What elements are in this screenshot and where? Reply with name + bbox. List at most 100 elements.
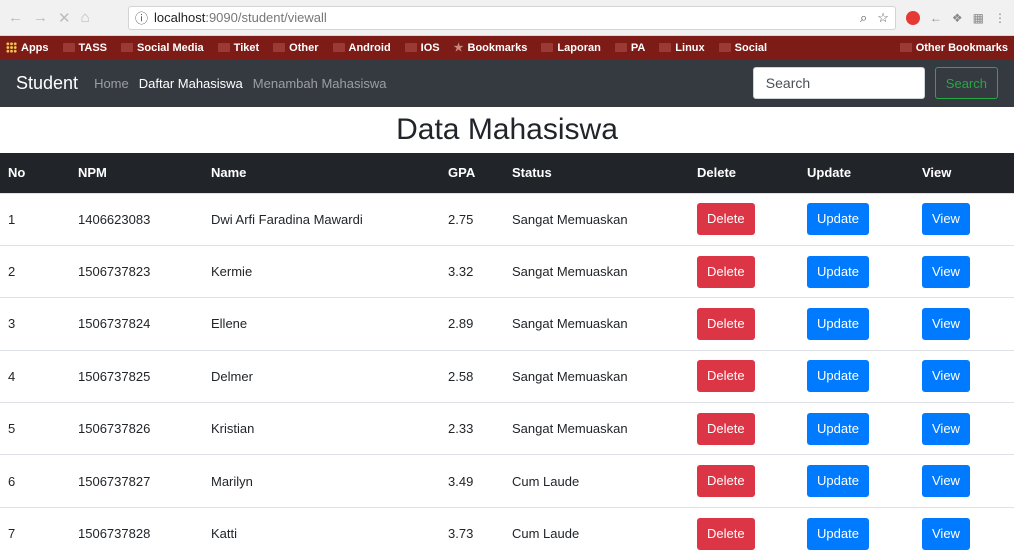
- extension-icon[interactable]: ❖: [952, 11, 963, 25]
- view-button[interactable]: View: [922, 517, 970, 550]
- cell-update: Update: [799, 244, 914, 298]
- table-row: 1 1406623083 Dwi Arfi Faradina Mawardi 2.75…: [0, 192, 1014, 246]
- search-input[interactable]: [752, 67, 925, 99]
- cell-delete: Delete: [689, 244, 799, 298]
- page-title: Data Mahasiswa: [396, 113, 618, 146]
- search-button[interactable]: Search: [934, 67, 998, 99]
- extension-icon[interactable]: ▦: [973, 11, 984, 25]
- cell-view: View: [914, 402, 1014, 455]
- delete-button[interactable]: Delete: [697, 412, 755, 445]
- extension-icon[interactable]: ←: [930, 11, 942, 25]
- cell-delete: Delete: [689, 506, 799, 556]
- update-button[interactable]: Update: [807, 517, 869, 550]
- cell-status: Sangat Memuaskan: [504, 402, 689, 455]
- home-icon[interactable]: ⌂: [81, 9, 90, 27]
- cell-view: View: [914, 349, 1014, 403]
- back-arrow-icon[interactable]: ←: [8, 9, 23, 27]
- bookmark-folder[interactable]: Social: [718, 42, 767, 54]
- info-icon[interactable]: ⓘ: [135, 8, 148, 27]
- view-button[interactable]: View: [922, 307, 970, 340]
- cell-npm: 1406623083: [70, 192, 203, 246]
- folder-icon: [718, 43, 731, 52]
- cell-update: Update: [799, 192, 914, 246]
- cell-delete: Delete: [689, 297, 799, 351]
- table-row: 4 1506737825 Delmer 2.58 Sangat Memuaskan Del…: [0, 349, 1014, 403]
- bookmark-other[interactable]: Other Bookmarks: [899, 42, 1008, 54]
- cell-no: 5: [0, 402, 70, 455]
- update-button[interactable]: Update: [807, 307, 869, 340]
- header-status: Status: [504, 153, 689, 193]
- cell-view: View: [914, 454, 1014, 508]
- nav-link-menambah-mahasiswa[interactable]: Menambah Mahasiswa: [253, 76, 387, 91]
- table-row: 5 1506737826 Kristian 2.33 Sangat Memuaskan D…: [0, 402, 1014, 455]
- bookmark-folder[interactable]: PA: [614, 42, 645, 54]
- cell-no: 4: [0, 349, 70, 403]
- student-table: No NPM Name GPA Status Delete Update Vie…: [0, 153, 1014, 556]
- folder-icon: [899, 43, 912, 52]
- bookmark-folder[interactable]: TASS: [62, 42, 107, 54]
- browser-nav-buttons: ← → ✕ ⌂: [8, 9, 128, 27]
- header-update: Update: [799, 153, 914, 193]
- cell-gpa: 3.32: [440, 244, 504, 298]
- address-bar[interactable]: ⓘ localhost :9090/student/viewall ⌕ ☆: [128, 5, 896, 30]
- cell-name: Kermie: [203, 244, 440, 298]
- bookmark-folder[interactable]: Laporan: [541, 42, 601, 54]
- delete-button[interactable]: Delete: [697, 255, 755, 288]
- apps-grid-icon: [6, 42, 17, 53]
- view-button[interactable]: View: [922, 360, 970, 393]
- header-no: No: [0, 153, 70, 193]
- table-row: 6 1506737827 Marilyn 3.49 Cum Laude Delete Upd…: [0, 454, 1014, 508]
- bookmark-item[interactable]: ★ Bookmarks: [453, 41, 528, 55]
- bookmark-folder[interactable]: Social Media: [121, 42, 204, 54]
- update-button[interactable]: Update: [807, 203, 869, 236]
- cell-status: Sangat Memuaskan: [504, 349, 689, 403]
- update-button[interactable]: Update: [807, 412, 869, 445]
- update-button[interactable]: Update: [807, 360, 869, 393]
- cell-delete: Delete: [689, 192, 799, 246]
- nav-link-home[interactable]: Home: [94, 76, 129, 91]
- zoom-icon[interactable]: ⌕: [860, 10, 867, 26]
- bookmark-star-icon[interactable]: ☆: [877, 10, 889, 26]
- bookmark-folder[interactable]: IOS: [404, 42, 440, 54]
- bookmark-folder[interactable]: Linux: [659, 42, 705, 54]
- view-button[interactable]: View: [922, 412, 970, 445]
- url-host: localhost: [154, 10, 206, 25]
- folder-icon: [332, 43, 345, 52]
- update-button[interactable]: Update: [807, 465, 869, 498]
- update-button[interactable]: Update: [807, 255, 869, 288]
- star-icon: ★: [453, 42, 464, 54]
- forward-arrow-icon[interactable]: →: [33, 9, 48, 27]
- cell-gpa: 3.73: [440, 506, 504, 556]
- view-button[interactable]: View: [922, 465, 970, 498]
- cell-status: Cum Laude: [504, 454, 689, 508]
- folder-icon: [541, 43, 554, 52]
- bookmark-folder[interactable]: Other: [273, 42, 319, 54]
- cell-status: Cum Laude: [504, 506, 689, 556]
- header-gpa: GPA: [440, 153, 504, 193]
- folder-icon: [273, 43, 286, 52]
- cell-no: 7: [0, 506, 70, 556]
- delete-button[interactable]: Delete: [697, 465, 755, 498]
- header-view: View: [914, 153, 1014, 193]
- delete-button[interactable]: Delete: [697, 307, 755, 340]
- menu-icon[interactable]: ⋮: [994, 11, 1006, 25]
- cell-update: Update: [799, 454, 914, 508]
- adblock-extension-icon[interactable]: [905, 10, 920, 25]
- bookmark-apps[interactable]: Apps: [6, 42, 49, 54]
- cell-npm: 1506737826: [70, 402, 203, 455]
- cell-npm: 1506737823: [70, 244, 203, 298]
- stop-loading-icon[interactable]: ✕: [58, 9, 71, 27]
- delete-button[interactable]: Delete: [697, 203, 755, 236]
- table-row: 3 1506737824 Ellene 2.89 Sangat Memuaskan Del…: [0, 297, 1014, 351]
- cell-gpa: 2.75: [440, 192, 504, 246]
- bookmark-folder[interactable]: Android: [332, 42, 391, 54]
- view-button[interactable]: View: [922, 255, 970, 288]
- delete-button[interactable]: Delete: [697, 517, 755, 550]
- folder-icon: [404, 43, 417, 52]
- view-button[interactable]: View: [922, 203, 970, 236]
- nav-link-daftar-mahasiswa[interactable]: Daftar Mahasiswa: [139, 76, 243, 91]
- delete-button[interactable]: Delete: [697, 360, 755, 393]
- navbar-brand[interactable]: Student: [16, 73, 78, 94]
- bookmark-folder[interactable]: Tiket: [217, 42, 259, 54]
- cell-delete: Delete: [689, 349, 799, 403]
